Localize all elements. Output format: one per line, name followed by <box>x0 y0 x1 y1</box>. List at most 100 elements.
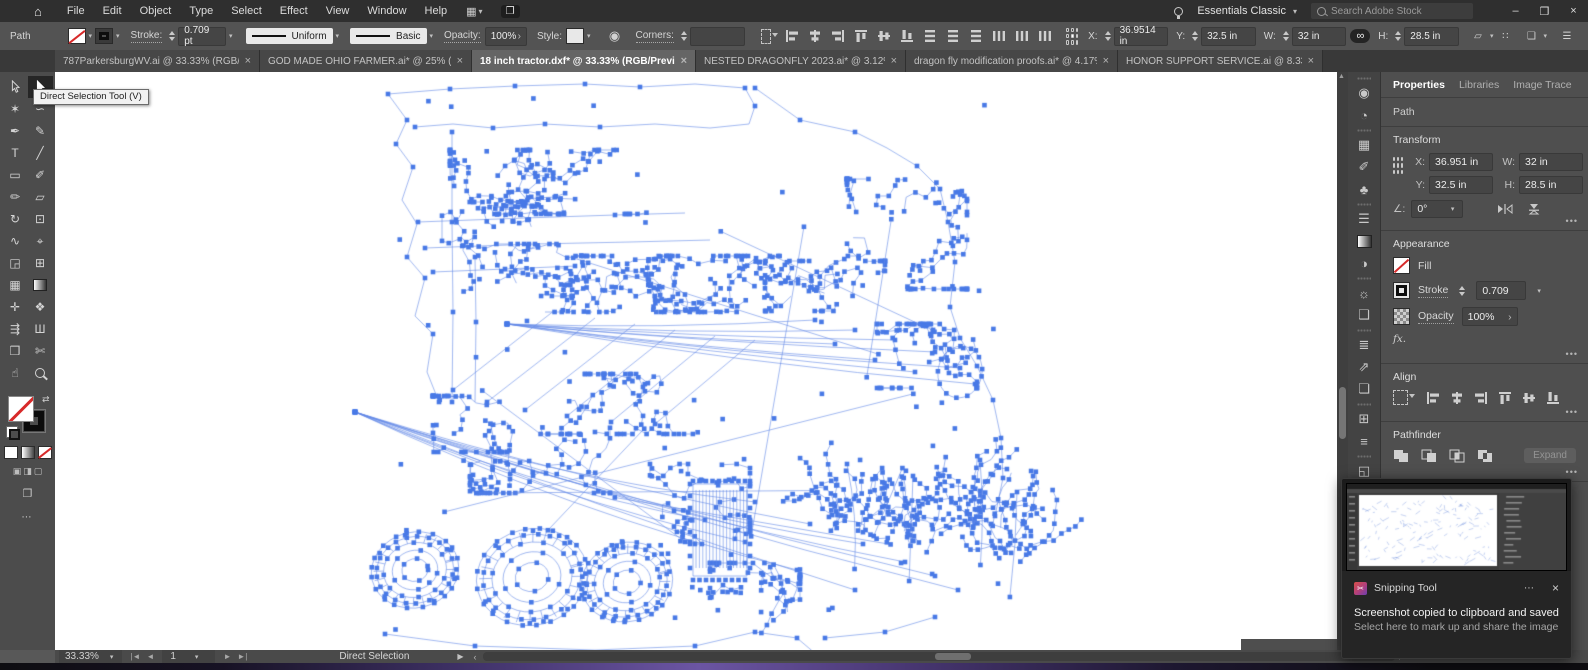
opacity-label[interactable]: Opacity: <box>444 30 481 43</box>
constrain-proportions-icon[interactable]: ∞ <box>1350 29 1371 43</box>
artboard-tool[interactable]: ❒ <box>3 340 28 362</box>
shape-builder-tool[interactable]: ◲ <box>3 252 28 274</box>
expand-button[interactable]: Expand <box>1524 448 1576 463</box>
align-to-selection-icon[interactable] <box>1393 390 1415 405</box>
tab-close-icon[interactable]: × <box>681 55 687 67</box>
align-right-icon[interactable] <box>831 29 845 43</box>
transparency-panel-icon[interactable]: ◑ <box>1348 252 1380 274</box>
isolate-mode-icon[interactable]: ❑ <box>1522 26 1540 46</box>
status-flyout-icon[interactable]: ▶ <box>457 652 463 661</box>
align-left-icon[interactable] <box>1426 391 1440 405</box>
line-segment-tool[interactable]: ╱ <box>28 142 53 164</box>
blend-tool[interactable]: ❖ <box>28 296 53 318</box>
document-setup-icon[interactable]: ◉ <box>606 26 624 46</box>
h-stepper[interactable] <box>1395 31 1402 41</box>
w-field[interactable]: 32 in <box>1291 26 1347 46</box>
dock-drag-handle[interactable] <box>1357 77 1371 80</box>
type-tool[interactable]: T <box>3 142 28 164</box>
tab-close-icon[interactable]: × <box>1308 55 1314 67</box>
align-top-icon[interactable] <box>854 29 868 43</box>
eraser-tool[interactable]: ▱ <box>28 186 53 208</box>
draw-behind-icon[interactable]: ◨ <box>23 466 32 477</box>
swatches-panel-icon[interactable]: ▦ <box>1348 134 1380 156</box>
y-stepper[interactable] <box>1192 31 1199 41</box>
scroll-up-icon[interactable]: ▲ <box>1338 73 1345 80</box>
distribute-v-center-icon[interactable] <box>946 29 960 43</box>
magic-wand-tool[interactable]: ✶ <box>3 98 28 120</box>
zoom-level-control[interactable]: 33.33% ▾ <box>59 650 123 663</box>
h-field[interactable]: 28.5 in <box>1404 26 1459 46</box>
transform-panel-icon[interactable]: ⊞ <box>1348 408 1380 430</box>
vertical-scroll-thumb[interactable] <box>1339 387 1346 439</box>
stroke-stepper[interactable] <box>169 31 176 41</box>
notification-close-icon[interactable]: × <box>1552 581 1559 595</box>
rotate-tool[interactable]: ↻ <box>3 208 28 230</box>
selection-tool[interactable] <box>3 76 28 98</box>
scroll-left-icon[interactable]: ‹ <box>474 652 477 662</box>
opacity-swatch-icon[interactable] <box>1393 308 1410 325</box>
h-field[interactable]: 28.5 in <box>1519 176 1583 194</box>
shaper-tool[interactable]: ✏ <box>3 186 28 208</box>
fill-stroke-proxy[interactable]: ⇄ <box>5 394 50 440</box>
swap-fill-stroke-icon[interactable]: ⇄ <box>42 394 50 405</box>
distribute-h-center-icon[interactable] <box>1015 29 1029 43</box>
angle-field[interactable]: 0° ▾ <box>1411 200 1464 218</box>
fill-chevron-icon[interactable]: ▾ <box>89 32 93 40</box>
select-similar-icon[interactable] <box>760 28 779 44</box>
draw-inside-icon[interactable]: ▢ <box>34 466 43 477</box>
align-v-center-icon[interactable] <box>1522 391 1536 405</box>
fill-proxy[interactable] <box>7 396 34 422</box>
shear-icon[interactable]: ▱ <box>1469 26 1487 46</box>
dock-drag-handle[interactable] <box>1357 403 1371 406</box>
align-v-center-icon[interactable] <box>877 29 891 43</box>
symbols-panel-icon[interactable]: ♣ <box>1348 178 1380 200</box>
x-field[interactable]: 36.951 in <box>1429 153 1493 171</box>
distribute-h-right-icon[interactable] <box>1038 29 1052 43</box>
zoom-tool[interactable] <box>28 362 53 384</box>
document-tab[interactable]: HONOR SUPPORT SERVICE.ai @ 8.33% (CMY...… <box>1118 50 1323 72</box>
previous-artboard-icon[interactable]: ◄ <box>146 652 154 661</box>
color-button[interactable] <box>3 446 18 459</box>
eyedropper-tool[interactable]: ✛ <box>3 296 28 318</box>
home-icon[interactable]: ⌂ <box>34 4 42 19</box>
align-h-center-icon[interactable] <box>1450 391 1464 405</box>
stroke-chevron-icon[interactable]: ▾ <box>116 32 120 40</box>
stroke-swatch[interactable] <box>1393 282 1410 299</box>
align-bottom-icon[interactable] <box>1546 391 1560 405</box>
mesh-tool[interactable]: ▦ <box>3 274 28 296</box>
horizontal-scrollbar[interactable] <box>482 652 1395 661</box>
align-left-icon[interactable] <box>785 29 799 43</box>
x-stepper[interactable] <box>1104 31 1111 41</box>
stroke-weight-label[interactable]: Stroke: <box>130 30 163 43</box>
brush-definition[interactable]: Basic <box>350 28 427 44</box>
opacity-field[interactable]: 100% › <box>484 26 527 46</box>
minimize-button[interactable]: – <box>1501 5 1530 17</box>
gradient-panel-icon[interactable] <box>1348 230 1380 252</box>
tab-close-icon[interactable]: × <box>1103 55 1109 67</box>
horizontal-scroll-thumb[interactable] <box>934 653 971 660</box>
pathfinder-minus-front-icon[interactable] <box>1421 449 1437 463</box>
pathfinder-exclude-icon[interactable] <box>1477 449 1493 463</box>
stroke-stepper[interactable] <box>1459 285 1466 296</box>
fill-swatch[interactable] <box>1393 257 1410 274</box>
touch-workspace-icon[interactable]: ∷ <box>1496 26 1514 46</box>
share-screen-icon[interactable]: ❐ <box>500 4 520 18</box>
symbol-sprayer-tool[interactable]: ⇶ <box>3 318 28 340</box>
align-more-options-icon[interactable]: ••• <box>1566 407 1578 417</box>
flip-horizontal-icon[interactable] <box>1497 203 1513 215</box>
perspective-grid-tool[interactable]: ⊞ <box>28 252 53 274</box>
dock-drag-handle[interactable] <box>1357 129 1371 132</box>
menu-edit[interactable]: Edit <box>94 5 131 17</box>
edit-toolbar-icon[interactable]: ⋯ <box>22 512 34 523</box>
fx-button[interactable]: fx. <box>1393 333 1576 345</box>
align-right-icon[interactable] <box>1474 391 1488 405</box>
document-tab[interactable]: GOD MADE OHIO FARMER.ai* @ 25% (RGB/... × <box>260 50 472 72</box>
graphic-styles-panel-icon[interactable]: ❑ <box>1348 304 1380 326</box>
last-artboard-icon[interactable]: ►| <box>237 652 247 661</box>
adobe-stock-search[interactable]: Search Adobe Stock <box>1311 3 1473 19</box>
stroke-panel-icon[interactable]: ☰ <box>1348 208 1380 230</box>
variable-width-chevron-icon[interactable]: ▾ <box>336 32 340 40</box>
width-tool[interactable]: ∿ <box>3 230 28 252</box>
y-field[interactable]: 32.5 in <box>1429 176 1493 194</box>
notification-line2[interactable]: Select here to mark up and share the ima… <box>1342 621 1571 633</box>
